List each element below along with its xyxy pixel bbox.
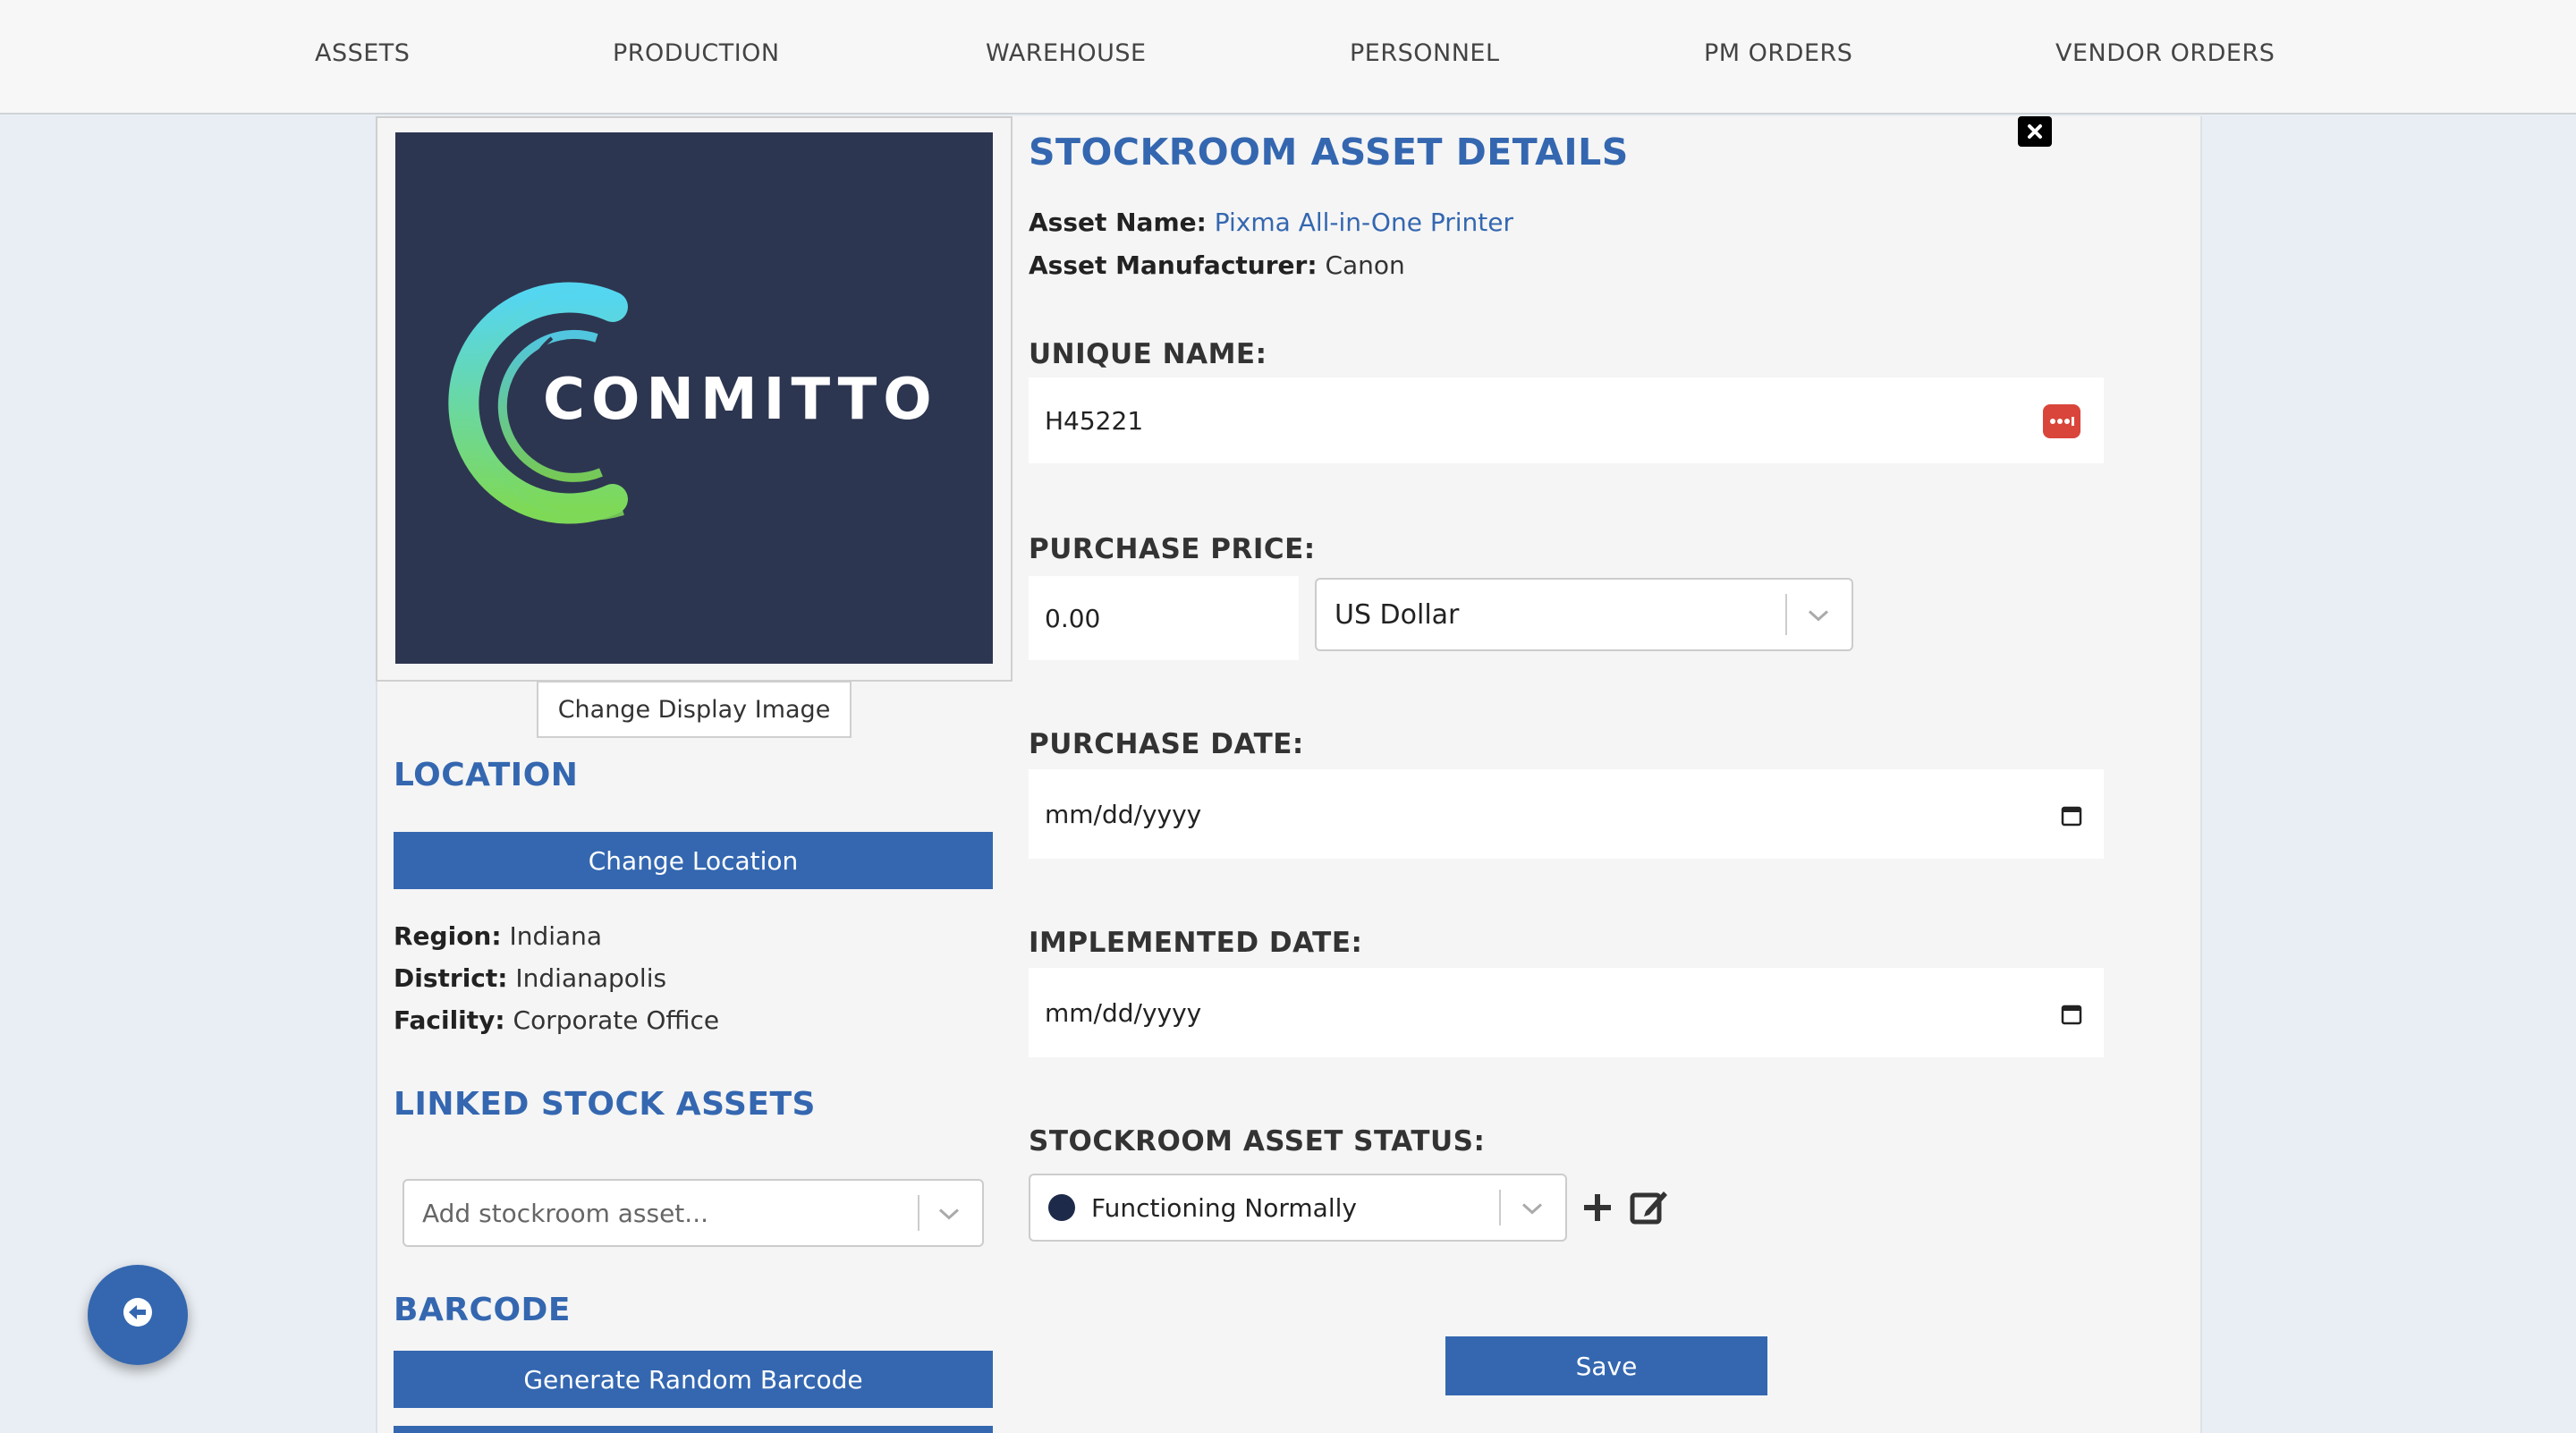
save-button[interactable]: Save bbox=[1445, 1336, 1767, 1395]
manufacturer-line: Asset Manufacturer: Canon bbox=[1029, 250, 1405, 280]
currency-value: US Dollar bbox=[1335, 598, 1460, 631]
back-button[interactable] bbox=[88, 1265, 188, 1365]
region-value: Indiana bbox=[509, 921, 603, 951]
chevron-down-icon[interactable] bbox=[937, 1199, 961, 1228]
select-separator bbox=[918, 1195, 919, 1231]
asset-name-link[interactable]: Pixma All-in-One Printer bbox=[1215, 208, 1513, 237]
next-button-edge[interactable] bbox=[394, 1426, 993, 1433]
nav-pm-orders[interactable]: PM ORDERS bbox=[1704, 39, 1852, 67]
manufacturer-value: Canon bbox=[1325, 250, 1405, 280]
asset-name-line: Asset Name: Pixma All-in-One Printer bbox=[1029, 208, 1513, 237]
district-value: Indianapolis bbox=[515, 963, 667, 993]
purchase-date-label: PURCHASE DATE: bbox=[1029, 728, 1304, 760]
display-image-frame: CONMITTO bbox=[376, 116, 1013, 682]
nav-assets[interactable]: ASSETS bbox=[315, 39, 410, 67]
close-icon[interactable] bbox=[2018, 116, 2052, 147]
change-display-image-button[interactable]: Change Display Image bbox=[537, 681, 852, 738]
chevron-down-icon[interactable] bbox=[1521, 1193, 1544, 1223]
purchase-price-label: PURCHASE PRICE: bbox=[1029, 533, 1316, 565]
calendar-icon[interactable] bbox=[2061, 1002, 2082, 1031]
nav-personnel[interactable]: PERSONNEL bbox=[1350, 39, 1500, 67]
barcode-title: BARCODE bbox=[394, 1292, 572, 1328]
add-stockroom-asset-select[interactable]: Add stockroom asset... bbox=[402, 1179, 984, 1247]
password-manager-icon[interactable] bbox=[2043, 404, 2080, 438]
unique-name-label: UNIQUE NAME: bbox=[1029, 338, 1267, 370]
change-location-button[interactable]: Change Location bbox=[394, 832, 993, 889]
district-line: District: Indianapolis bbox=[394, 963, 666, 993]
purchase-date-placeholder: mm/dd/yyyy bbox=[1045, 799, 1202, 829]
facility-line: Facility: Corporate Office bbox=[394, 1005, 719, 1035]
generate-random-barcode-button[interactable]: Generate Random Barcode bbox=[394, 1351, 993, 1408]
status-color-dot bbox=[1048, 1194, 1075, 1221]
implemented-date-placeholder: mm/dd/yyyy bbox=[1045, 997, 1202, 1028]
currency-select[interactable]: US Dollar bbox=[1315, 578, 1853, 651]
calendar-icon[interactable] bbox=[2061, 803, 2082, 833]
status-label: STOCKROOM ASSET STATUS: bbox=[1029, 1125, 1486, 1157]
nav-warehouse[interactable]: WAREHOUSE bbox=[986, 39, 1147, 67]
nav-production[interactable]: PRODUCTION bbox=[613, 39, 780, 67]
nav-vendor-orders[interactable]: VENDOR ORDERS bbox=[2055, 39, 2275, 67]
status-select[interactable]: Functioning Normally bbox=[1029, 1174, 1567, 1242]
logo-text: CONMITTO bbox=[543, 367, 938, 433]
unique-name-value: H45221 bbox=[1045, 405, 1144, 436]
select-separator bbox=[1785, 594, 1787, 635]
purchase-price-input[interactable]: 0.00 bbox=[1029, 576, 1299, 660]
chevron-down-icon[interactable] bbox=[1807, 599, 1830, 631]
select-separator bbox=[1499, 1190, 1501, 1225]
purchase-price-value: 0.00 bbox=[1045, 603, 1101, 633]
location-title: LOCATION bbox=[394, 757, 579, 793]
add-status-icon[interactable] bbox=[1581, 1191, 1614, 1230]
details-title: STOCKROOM ASSET DETAILS bbox=[1029, 131, 1629, 174]
unique-name-input[interactable]: H45221 bbox=[1029, 377, 2104, 463]
facility-label: Facility: bbox=[394, 1005, 505, 1035]
top-nav: ASSETS PRODUCTION WAREHOUSE PERSONNEL PM… bbox=[0, 0, 2576, 114]
region-line: Region: Indiana bbox=[394, 921, 602, 951]
linked-stock-assets-title: LINKED STOCK ASSETS bbox=[394, 1086, 816, 1123]
add-stockroom-asset-placeholder: Add stockroom asset... bbox=[422, 1198, 708, 1228]
status-value: Functioning Normally bbox=[1091, 1192, 1357, 1223]
edit-status-icon[interactable] bbox=[1630, 1188, 1669, 1232]
arrow-left-circle-icon bbox=[122, 1296, 154, 1335]
asset-name-label: Asset Name: bbox=[1029, 208, 1207, 237]
implemented-date-input[interactable]: mm/dd/yyyy bbox=[1029, 968, 2104, 1057]
region-label: Region: bbox=[394, 921, 502, 951]
company-logo: CONMITTO bbox=[395, 132, 993, 664]
purchase-date-input[interactable]: mm/dd/yyyy bbox=[1029, 769, 2104, 859]
facility-value: Corporate Office bbox=[513, 1005, 720, 1035]
manufacturer-label: Asset Manufacturer: bbox=[1029, 250, 1318, 280]
implemented-date-label: IMPLEMENTED DATE: bbox=[1029, 927, 1363, 959]
district-label: District: bbox=[394, 963, 508, 993]
